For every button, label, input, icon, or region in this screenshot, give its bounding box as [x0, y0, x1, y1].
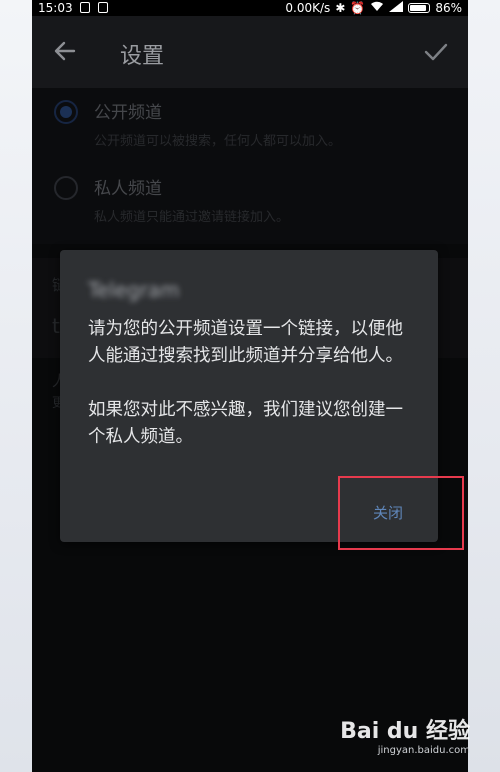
highlight-box [338, 476, 464, 550]
left-backdrop [0, 0, 32, 772]
dialog-message-paragraph-2: 如果您对此不感兴趣，我们建议您创建一个私人频道。 [88, 400, 403, 447]
dialog-title: Telegram [88, 278, 180, 302]
toolbar: 设置 [32, 16, 468, 88]
network-speed: 0.00K/s [285, 1, 331, 15]
phone-screen: 15:03 0.00K/s ✱ ⏰ 86% 设置 公开频道 公开频道可以被搜索，… [32, 0, 468, 772]
alarm-icon: ⏰ [350, 1, 366, 15]
dialog-message: 请为您的公开频道设置一个链接，以便他人能通过搜索找到此频道并分享给他人。 如果您… [88, 316, 414, 451]
bluetooth-icon: ✱ [335, 1, 346, 15]
back-arrow-icon[interactable] [50, 36, 80, 66]
status-time: 15:03 [38, 1, 73, 15]
battery-percent: 86% [435, 1, 462, 15]
page-title: 设置 [120, 44, 165, 69]
status-bar: 15:03 0.00K/s ✱ ⏰ 86% [32, 0, 468, 16]
battery-icon [408, 3, 431, 13]
confirm-check-icon[interactable] [422, 38, 450, 66]
dialog-message-paragraph-1: 请为您的公开频道设置一个链接，以便他人能通过搜索找到此频道并分享给他人。 [88, 319, 403, 366]
wifi-icon [370, 0, 384, 16]
sim-icon [80, 2, 90, 13]
watermark-url: jingyan.baidu.com [377, 745, 470, 756]
status-right-group: 0.00K/s ✱ ⏰ 86% [285, 0, 462, 16]
notification-icon [98, 2, 108, 13]
signal-icon [389, 0, 404, 16]
watermark-logo: Bai du 经验 [340, 719, 470, 744]
baidu-watermark: Bai du 经验 jingyan.baidu.com [340, 713, 470, 756]
right-backdrop [468, 0, 500, 772]
